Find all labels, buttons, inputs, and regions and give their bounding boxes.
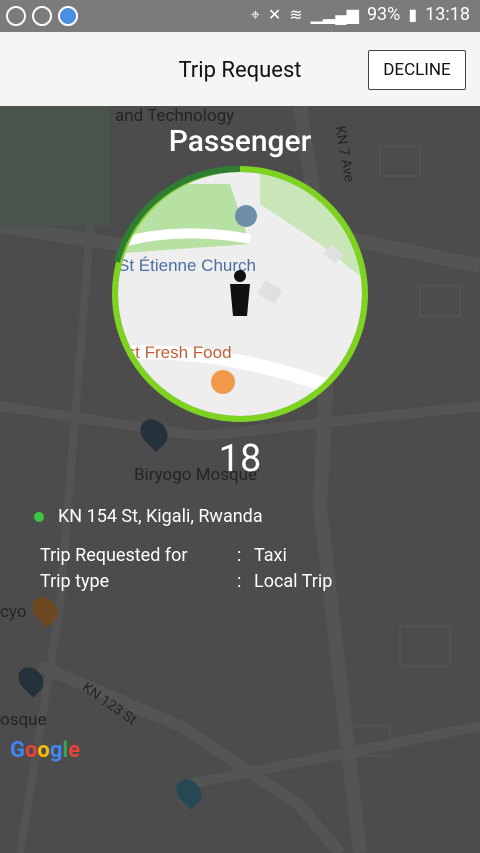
status-bar: ⌖ ✕ ≋ ▁▂▄▆ 93% ▮ 13:18 [0,0,480,32]
pickup-dot-icon [34,511,44,522]
notification-icons [6,6,78,26]
restaurant-pin-icon [211,370,235,394]
battery-charging-icon: ▮ [408,5,418,24]
church-label: St Étienne Church [118,256,256,275]
detail-separator: : [237,571,242,592]
pickup-address-row: KN 154 St, Kigali, Rwanda [34,506,263,527]
wifi-icon: ≋ [289,5,303,24]
app-bar: Trip Request DECLINE [0,32,480,107]
detail-label: Trip type [40,571,110,592]
google-logo: Google [10,738,81,763]
mute-icon: ✕ [267,5,282,24]
detail-value: Local Trip [254,571,333,592]
clock: 13:18 [425,4,470,25]
countdown-ring: St Étienne Church Lius-First Fresh Food [112,165,368,422]
decline-button[interactable]: DECLINE [368,50,466,90]
notification-icon [6,6,26,26]
detail-label: Trip Requested for [40,545,188,566]
location-icon: ⌖ [250,4,260,24]
notification-icon [32,6,52,26]
detail-value: Taxi [254,545,287,566]
signal-icon: ▁▂▄▆ [310,4,359,24]
church-pin-icon [235,205,257,227]
status-right: ⌖ ✕ ≋ ▁▂▄▆ 93% ▮ 13:18 [251,4,470,25]
passenger-label: Passenger [168,124,312,159]
detail-separator: : [237,545,242,566]
battery-level: 93% [366,4,401,25]
countdown-text: 18 [218,437,262,481]
notification-icon [58,6,78,26]
pickup-address: KN 154 St, Kigali, Rwanda [58,506,263,527]
